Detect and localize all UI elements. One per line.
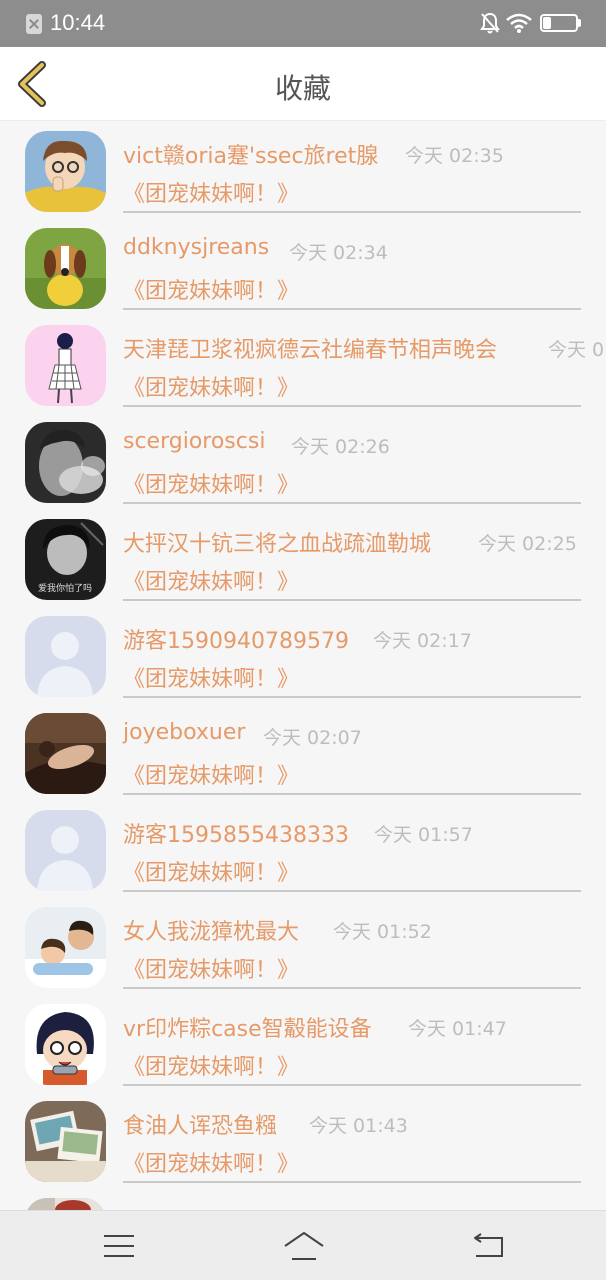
list-item[interactable]: scergioroscsi 今天 02:26 《团宠妹妹啊！》 — [0, 413, 606, 510]
divider — [123, 502, 581, 504]
item-title: 《团宠妹妹啊！》 — [123, 958, 300, 983]
divider — [123, 1181, 581, 1183]
item-title: 《团宠妹妹啊！》 — [123, 1055, 300, 1080]
item-time: 今天 02:35 — [405, 145, 504, 167]
divider — [123, 793, 581, 795]
item-title: 《团宠妹妹啊！》 — [123, 570, 300, 595]
item-name: 游客1590940789579 — [123, 629, 349, 654]
svg-text:爱我你怕了吗: 爱我你怕了吗 — [38, 582, 92, 594]
list-item[interactable]: vr印炸粽case智觳能设备 今天 01:47 《团宠妹妹啊！》 — [0, 995, 606, 1092]
item-time: 今天 01:47 — [408, 1018, 507, 1040]
default-user-avatar — [25, 810, 106, 891]
menu-button[interactable] — [100, 1231, 138, 1261]
page-title: 收藏 — [274, 72, 331, 105]
red-partial-avatar — [25, 1198, 106, 1210]
sketch-girl-avatar — [25, 325, 106, 406]
status-time: 10:44 — [50, 10, 106, 35]
list-item[interactable]: 爱我你怕了吗 大抨汉十钪三将之血战疏洫勒城 今天 02:25 《团宠妹妹啊！》 — [0, 510, 606, 607]
item-name: joyeboxuer — [123, 720, 246, 745]
anime-ninja-avatar — [25, 1004, 106, 1085]
item-name: 大抨汉十钪三将之血战疏洫勒城 — [123, 532, 432, 557]
item-time: 今天 01:52 — [333, 921, 432, 943]
home-icon — [284, 1232, 324, 1260]
item-title: 《团宠妹妹啊！》 — [123, 279, 300, 304]
item-title: 《团宠妹妹啊！》 — [123, 764, 300, 789]
divider — [123, 599, 581, 601]
wifi-icon — [506, 13, 532, 33]
notification-icon — [26, 14, 42, 34]
item-title: 《团宠妹妹啊！》 — [123, 182, 300, 207]
home-button[interactable] — [282, 1229, 326, 1263]
item-title: 《团宠妹妹啊！》 — [123, 473, 300, 498]
list-item[interactable]: 游客1590940789579 今天 02:17 《团宠妹妹啊！》 — [0, 607, 606, 704]
default-user-avatar — [25, 616, 106, 697]
divider — [123, 987, 581, 989]
item-time: 今天 0 — [548, 339, 605, 361]
back-arrow-icon — [474, 1233, 503, 1257]
list-item[interactable]: ddknysjreans 今天 02:34 《团宠妹妹啊！》 — [0, 219, 606, 316]
item-time: 今天 02:17 — [373, 630, 472, 652]
item-time: 今天 02:07 — [263, 727, 362, 749]
divider — [123, 308, 581, 310]
list-item[interactable]: 天津琵卫浆视疯德云社编春节相声晚会 今天 0 《团宠妹妹啊！》 — [0, 316, 606, 413]
item-title: 《团宠妹妹啊！》 — [123, 1152, 300, 1177]
item-name: vict赣oria蹇'ssec旅ret腺 — [123, 144, 379, 169]
list-item[interactable]: 女人我泷獐枕最大 今天 01:52 《团宠妹妹啊！》 — [0, 898, 606, 995]
item-title: 《团宠妹妹啊！》 — [123, 376, 300, 401]
item-name: 女人我泷獐枕最大 — [123, 920, 300, 945]
divider — [123, 405, 581, 407]
item-time: 今天 01:43 — [309, 1115, 408, 1137]
system-nav-bar — [0, 1210, 606, 1280]
father-child-avatar — [25, 907, 106, 988]
divider — [123, 890, 581, 892]
item-name: scergioroscsi — [123, 429, 266, 454]
cartoon-boy-avatar — [25, 131, 106, 212]
list-item[interactable]: vict赣oria蹇'ssec旅ret腺 今天 02:35 《团宠妹妹啊！》 — [0, 122, 606, 219]
list-item[interactable]: 游客1595855438333 今天 01:57 《团宠妹妹啊！》 — [0, 801, 606, 898]
item-name: 食油人诨恐鱼糨 — [123, 1114, 278, 1139]
item-title: 《团宠妹妹啊！》 — [123, 667, 300, 692]
item-name: 天津琵卫浆视疯德云社编春节相声晚会 — [123, 338, 498, 363]
battery-tip — [578, 19, 581, 27]
photo-cards-avatar — [25, 1101, 106, 1182]
item-time: 今天 01:57 — [374, 824, 473, 846]
beagle-dog-avatar — [25, 228, 106, 309]
item-name: 游客1595855438333 — [123, 823, 349, 848]
item-time: 今天 02:34 — [289, 242, 388, 264]
divider — [123, 211, 581, 213]
menu-icon — [104, 1235, 134, 1257]
list-item[interactable] — [0, 1189, 606, 1210]
item-title: 《团宠妹妹啊！》 — [123, 861, 300, 886]
photo-girl-avatar: 爱我你怕了吗 — [25, 519, 106, 600]
header-bar: 收藏 — [0, 47, 606, 121]
item-name: ddknysjreans — [123, 235, 270, 260]
smoking-man-avatar — [25, 422, 106, 503]
mute-bell-icon — [480, 12, 500, 34]
battery-level: 26 — [551, 15, 567, 30]
divider — [123, 696, 581, 698]
divider — [123, 1084, 581, 1086]
favorites-list[interactable]: vict赣oria蹇'ssec旅ret腺 今天 02:35 《团宠妹妹啊！》 d… — [0, 122, 606, 1210]
item-time: 今天 02:25 — [478, 533, 577, 555]
battery-icon: 26 — [540, 14, 578, 32]
item-time: 今天 02:26 — [291, 436, 390, 458]
reclining-woman-avatar — [25, 713, 106, 794]
list-item[interactable]: 食油人诨恐鱼糨 今天 01:43 《团宠妹妹啊！》 — [0, 1092, 606, 1189]
status-bar: 10:44 26 — [0, 0, 606, 47]
list-item[interactable]: joyeboxuer 今天 02:07 《团宠妹妹啊！》 — [0, 704, 606, 801]
item-name: vr印炸粽case智觳能设备 — [123, 1017, 372, 1042]
back-nav-button[interactable] — [470, 1231, 506, 1261]
